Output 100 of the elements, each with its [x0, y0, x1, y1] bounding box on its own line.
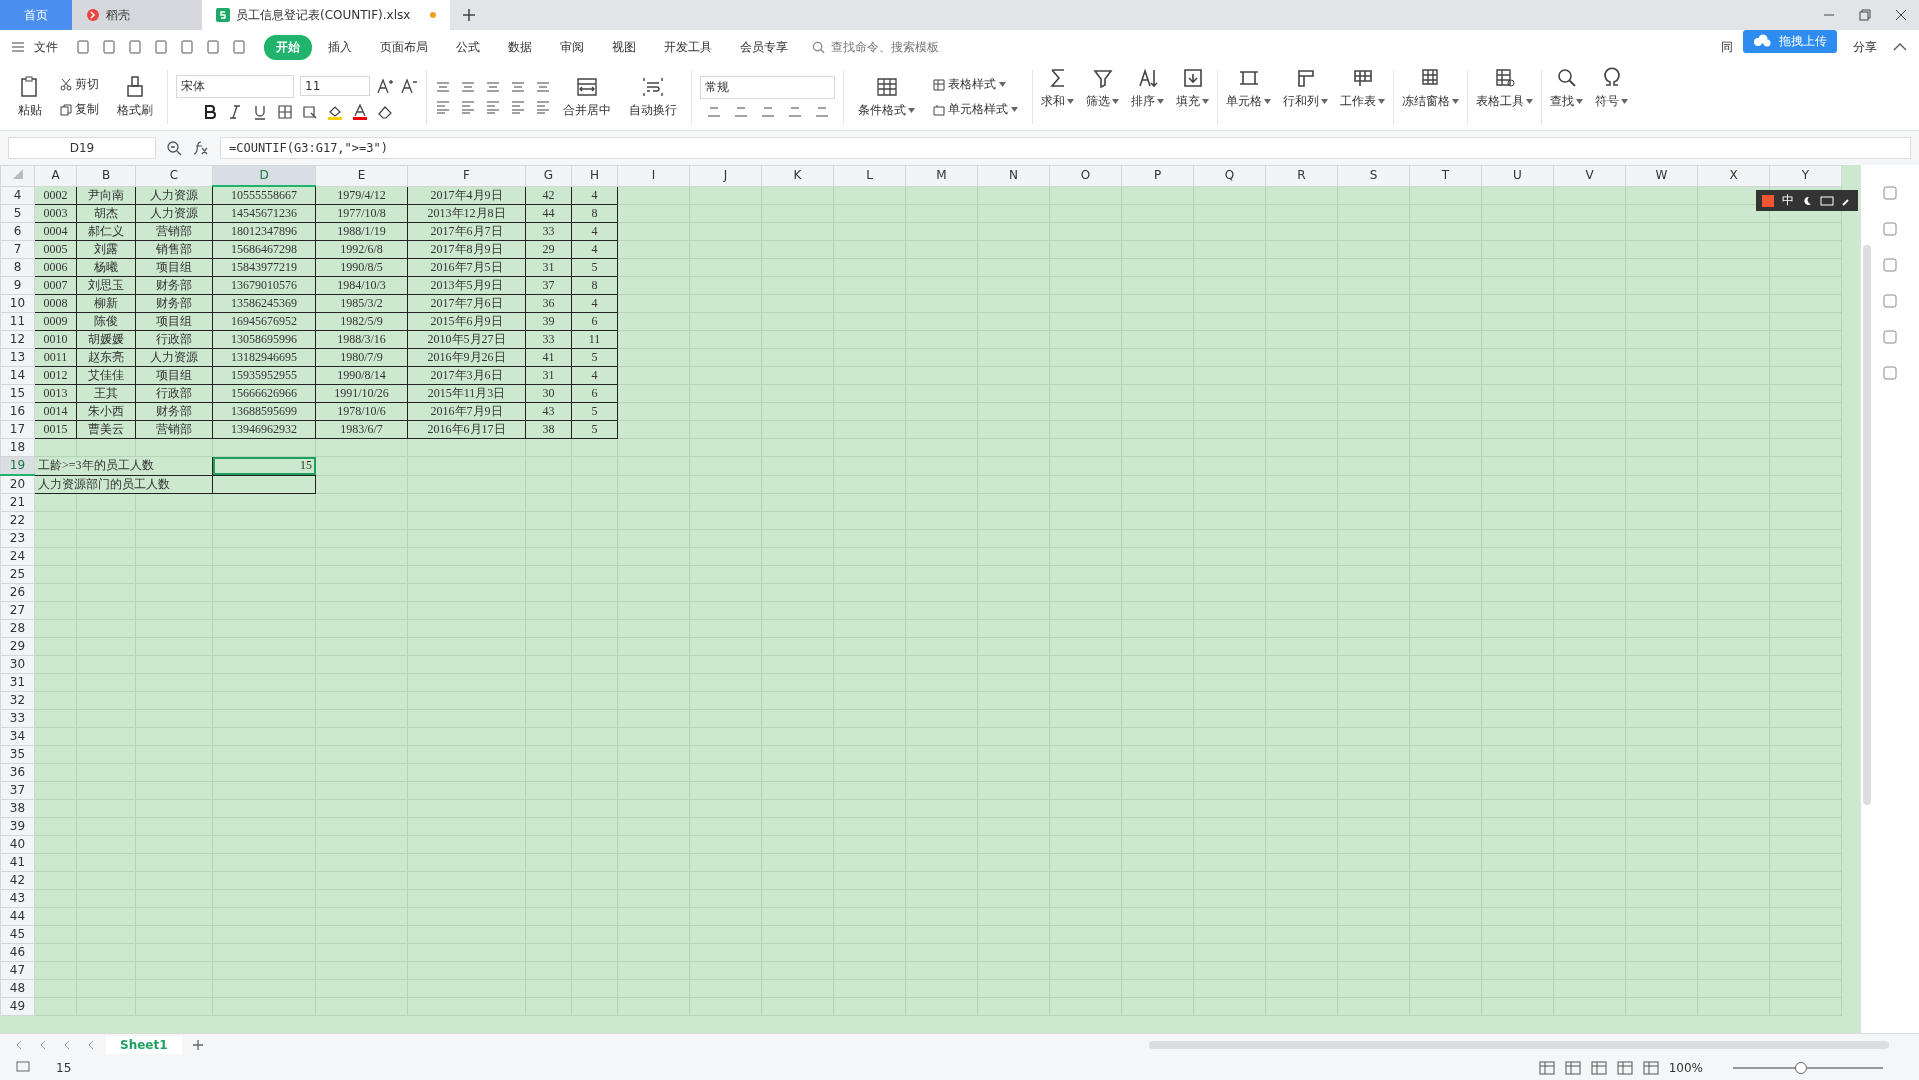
- ribbon-tab[interactable]: 开发工具: [652, 34, 724, 60]
- sheet-nav-icon[interactable]: [86, 1040, 96, 1050]
- format-painter-button[interactable]: 格式刷: [111, 73, 159, 121]
- column-header[interactable]: V: [1553, 165, 1626, 186]
- zoom-slider[interactable]: [1733, 1062, 1883, 1074]
- document-tab[interactable]: 员工信息登记表(COUNTIF).xlsx: [202, 0, 450, 30]
- quick-access-icon[interactable]: [154, 40, 168, 54]
- conditional-format-button[interactable]: 条件格式: [852, 73, 921, 121]
- font-size-field[interactable]: 11: [300, 76, 370, 96]
- fill-style-icon[interactable]: [301, 103, 318, 120]
- column-header[interactable]: E: [315, 165, 408, 186]
- share-button[interactable]: 分享: [1847, 37, 1883, 57]
- quick-access-icon[interactable]: [206, 40, 220, 54]
- side-panel-icon[interactable]: [1882, 329, 1898, 345]
- column-header[interactable]: W: [1625, 165, 1698, 186]
- wrap-text-button[interactable]: 自动换行: [623, 73, 683, 121]
- window-restore-icon[interactable]: [1859, 9, 1871, 21]
- align-icon[interactable]: [435, 80, 451, 94]
- ribbon-tab[interactable]: 插入: [316, 34, 364, 60]
- merge-center-button[interactable]: 合并居中: [557, 73, 617, 121]
- select-all-icon[interactable]: [12, 169, 23, 180]
- increase-font-icon[interactable]: [376, 78, 394, 94]
- align-icon[interactable]: [535, 80, 551, 94]
- column-header[interactable]: P: [1121, 165, 1194, 186]
- column-header[interactable]: G: [525, 165, 572, 186]
- side-panel-icon[interactable]: [1882, 293, 1898, 309]
- column-header[interactable]: L: [833, 165, 906, 186]
- scrollbar[interactable]: [1863, 245, 1871, 805]
- quick-access-icon[interactable]: [180, 40, 194, 54]
- function-icon[interactable]: [192, 140, 210, 156]
- ribbon-tab[interactable]: 页面布局: [368, 34, 440, 60]
- side-panel-icon[interactable]: [1882, 221, 1898, 237]
- toolbar-button[interactable]: 查找: [1544, 64, 1589, 130]
- column-header[interactable]: A: [34, 165, 77, 186]
- border-icon[interactable]: [276, 103, 293, 120]
- view-mode-icon[interactable]: [1538, 1061, 1555, 1075]
- ribbon-tab[interactable]: 会员专享: [728, 34, 800, 60]
- align-icon[interactable]: [460, 80, 476, 94]
- toolbar-button[interactable]: 工作表: [1334, 64, 1391, 130]
- column-header[interactable]: Q: [1193, 165, 1266, 186]
- sync-label[interactable]: 同: [1721, 38, 1733, 56]
- column-header[interactable]: O: [1049, 165, 1122, 186]
- table-cell[interactable]: [212, 475, 316, 494]
- toolbar-button[interactable]: 单元格: [1220, 64, 1277, 130]
- ime-toolbar[interactable]: 中: [1756, 190, 1858, 211]
- decrease-font-icon[interactable]: [400, 78, 418, 94]
- ribbon-tab[interactable]: 数据: [496, 34, 544, 60]
- cell-style-button[interactable]: 单元格样式: [927, 100, 1024, 119]
- align-icon[interactable]: [510, 100, 526, 114]
- column-header[interactable]: B: [76, 165, 136, 186]
- toolbar-button[interactable]: 筛选: [1080, 64, 1125, 130]
- toolbar-button[interactable]: 求和: [1035, 64, 1080, 130]
- zoom-level[interactable]: 100%: [1668, 1061, 1703, 1075]
- align-icon[interactable]: [485, 80, 501, 94]
- column-header[interactable]: M: [905, 165, 978, 186]
- column-header[interactable]: K: [761, 165, 834, 186]
- side-panel-icon[interactable]: [1882, 257, 1898, 273]
- toolbar-button[interactable]: 填充: [1170, 64, 1215, 130]
- sheet-nav-icon[interactable]: [38, 1040, 48, 1050]
- side-panel-icon[interactable]: [1882, 365, 1898, 381]
- collapse-ribbon-icon[interactable]: [1893, 42, 1907, 52]
- quick-access-icon[interactable]: [128, 40, 142, 54]
- table-cell[interactable]: 15: [212, 456, 316, 475]
- toolbar-button[interactable]: 排序: [1125, 64, 1170, 130]
- toolbar-button[interactable]: 表格工具: [1470, 64, 1539, 130]
- copy-button[interactable]: 复制: [54, 100, 105, 119]
- sheet-nav-icon[interactable]: [14, 1040, 24, 1050]
- font-color-icon[interactable]: [351, 103, 368, 120]
- column-header[interactable]: C: [135, 165, 213, 186]
- quick-access-icon[interactable]: [102, 40, 116, 54]
- menu-icon[interactable]: [12, 42, 24, 52]
- document-tab[interactable]: 稻壳: [72, 0, 202, 30]
- view-mode-icon[interactable]: [1564, 1061, 1581, 1075]
- toolbar-button[interactable]: 行和列: [1277, 64, 1334, 130]
- column-header[interactable]: U: [1481, 165, 1554, 186]
- ribbon-tab[interactable]: 审阅: [548, 34, 596, 60]
- quick-access-icon[interactable]: [76, 40, 90, 54]
- quick-access-icon[interactable]: [232, 40, 246, 54]
- close-icon[interactable]: [1895, 9, 1907, 21]
- column-header[interactable]: D: [212, 165, 316, 186]
- formula-field[interactable]: =COUNTIF(G3:G17,">=3"): [220, 137, 1911, 159]
- toolbar-button[interactable]: 冻结窗格: [1396, 64, 1465, 130]
- side-panel-icon[interactable]: [1882, 185, 1898, 201]
- align-icon[interactable]: [435, 100, 451, 114]
- column-header[interactable]: F: [407, 165, 526, 186]
- column-header[interactable]: J: [689, 165, 762, 186]
- align-icon[interactable]: [460, 100, 476, 114]
- column-header[interactable]: X: [1697, 165, 1770, 186]
- cut-button[interactable]: 剪切: [54, 75, 105, 94]
- ribbon-tab[interactable]: 视图: [600, 34, 648, 60]
- align-icon[interactable]: [485, 100, 501, 114]
- toolbar-button[interactable]: 符号: [1589, 64, 1634, 130]
- paste-button[interactable]: 粘贴: [12, 73, 48, 121]
- table-style-button[interactable]: 表格样式: [927, 75, 1024, 94]
- column-header[interactable]: I: [617, 165, 690, 186]
- column-header[interactable]: T: [1409, 165, 1482, 186]
- align-icon[interactable]: [510, 80, 526, 94]
- ribbon-tab[interactable]: 公式: [444, 34, 492, 60]
- zoom-icon[interactable]: [166, 140, 182, 156]
- align-icon[interactable]: [535, 100, 551, 114]
